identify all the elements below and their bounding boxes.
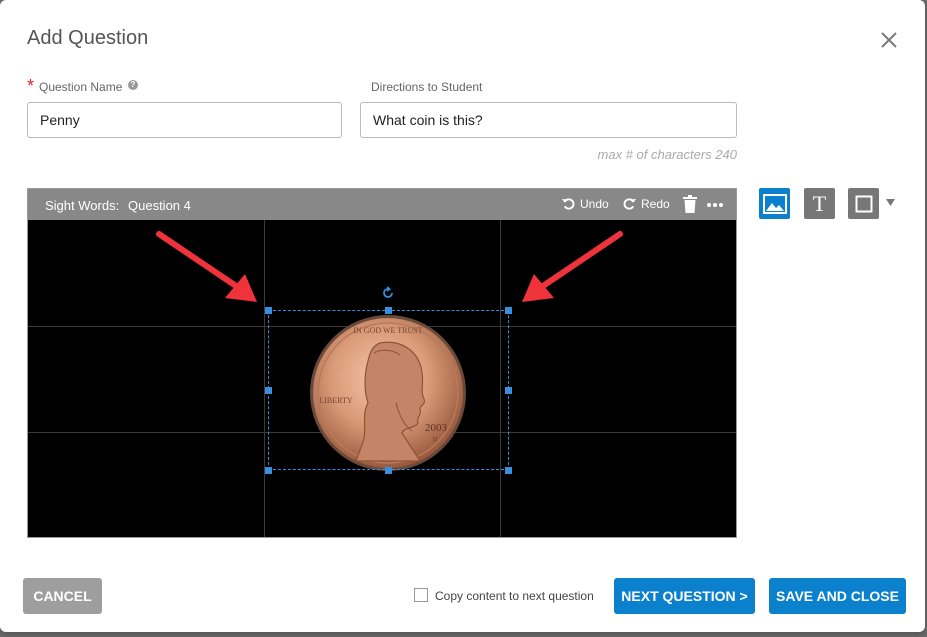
editor-toolbar: Sight Words: Question 4 Undo Redo — [28, 189, 736, 220]
resize-handle-top-left[interactable] — [265, 307, 272, 314]
undo-button[interactable]: Undo — [561, 196, 609, 211]
trash-icon — [683, 195, 697, 213]
resize-handle-left[interactable] — [265, 387, 272, 394]
add-question-dialog: Add Question * Question Name ? Direction… — [0, 0, 925, 632]
question-editor: Sight Words: Question 4 Undo Redo IN GOD… — [27, 188, 737, 538]
editor-question-label: Question 4 — [128, 198, 191, 213]
selection-box — [268, 310, 509, 470]
redo-label: Redo — [641, 196, 670, 211]
editor-canvas[interactable]: IN GOD WE TRUST LIBERTY 2003 D — [28, 220, 736, 537]
grid-line — [264, 220, 265, 537]
resize-handle-bottom[interactable] — [385, 467, 392, 474]
copy-content-label: Copy content to next question — [435, 589, 594, 603]
resize-handle-top[interactable] — [385, 307, 392, 314]
save-and-close-button[interactable]: SAVE AND CLOSE — [769, 578, 906, 614]
close-icon — [881, 32, 897, 48]
required-marker: * — [27, 76, 35, 96]
text-tool-icon: T — [812, 190, 827, 216]
resize-handle-right[interactable] — [505, 387, 512, 394]
copy-content-checkbox[interactable] — [414, 588, 428, 602]
square-icon — [855, 195, 872, 212]
annotation-arrow-right — [522, 231, 623, 302]
character-limit-hint: max # of characters 240 — [597, 147, 737, 162]
redo-button[interactable]: Redo — [622, 196, 670, 211]
more-options-button[interactable] — [706, 196, 724, 212]
directions-input[interactable] — [360, 102, 737, 138]
next-question-button[interactable]: NEXT QUESTION > — [614, 578, 755, 614]
delete-button[interactable] — [683, 195, 697, 213]
editor-title: Sight Words: — [45, 198, 120, 213]
text-tool-button[interactable]: T — [804, 188, 835, 219]
close-button[interactable] — [876, 27, 902, 53]
undo-label: Undo — [580, 196, 609, 211]
annotation-arrow-left — [156, 231, 257, 302]
help-icon[interactable]: ? — [128, 80, 138, 90]
resize-handle-top-right[interactable] — [505, 307, 512, 314]
shape-tool-button[interactable] — [848, 188, 879, 219]
dialog-title: Add Question — [27, 27, 149, 49]
redo-icon — [623, 198, 637, 210]
question-name-input[interactable] — [27, 102, 342, 138]
directions-label: Directions to Student — [371, 80, 483, 94]
cancel-button[interactable]: CANCEL — [23, 578, 102, 614]
image-icon — [762, 193, 787, 214]
more-horizontal-icon — [707, 203, 723, 207]
shape-dropdown-icon[interactable] — [886, 199, 895, 206]
question-name-label: Question Name — [39, 80, 123, 94]
undo-icon — [561, 198, 575, 210]
image-tool-button[interactable] — [759, 188, 790, 219]
resize-handle-bottom-left[interactable] — [265, 467, 272, 474]
rotate-handle-icon[interactable] — [381, 286, 395, 300]
resize-handle-bottom-right[interactable] — [505, 467, 512, 474]
